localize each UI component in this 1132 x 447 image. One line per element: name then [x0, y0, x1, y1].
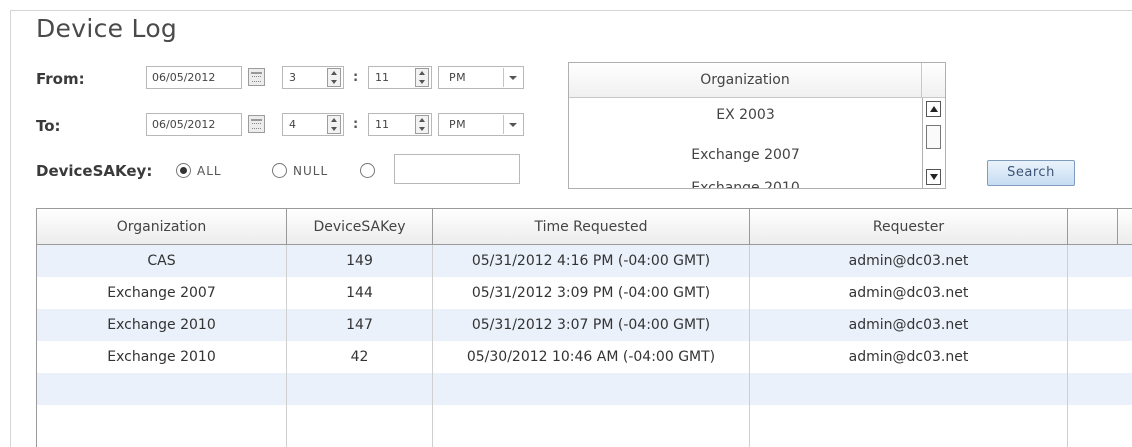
to-minute-spin-icon[interactable]	[415, 115, 429, 134]
from-minute-value: 11	[375, 71, 389, 84]
table-row[interactable]: Exchange 2007 144 05/31/2012 3:09 PM (-0…	[37, 277, 1132, 309]
cell-devicesakey: 144	[287, 277, 433, 309]
cell-time-requested: 05/30/2012 10:46 AM (-04:00 GMT)	[433, 341, 750, 373]
radio-null-label: NULL	[293, 164, 329, 178]
cell-requester: admin@dc03.net	[750, 309, 1068, 341]
chevron-down-icon[interactable]	[503, 115, 521, 134]
column-header-time-requested[interactable]: Time Requested	[433, 209, 750, 245]
cell-time-requested: 05/31/2012 3:07 PM (-04:00 GMT)	[433, 309, 750, 341]
cell-requester: admin@dc03.net	[750, 277, 1068, 309]
search-button[interactable]: Search	[987, 160, 1075, 186]
from-minute-spin-icon[interactable]	[415, 68, 429, 87]
cell-time-requested: 05/31/2012 3:09 PM (-04:00 GMT)	[433, 277, 750, 309]
organization-list-header-spacer	[922, 63, 945, 98]
to-ampm-value: PM	[449, 118, 467, 131]
scroll-up-icon[interactable]	[926, 101, 941, 117]
to-hour-stepper[interactable]: 4	[282, 113, 344, 136]
column-header-extra	[1068, 209, 1118, 245]
from-ampm-select[interactable]: PM	[438, 66, 524, 89]
cell-organization: Exchange 2010	[37, 309, 287, 341]
from-hour-value: 3	[289, 71, 296, 84]
to-label: To:	[36, 117, 61, 135]
to-ampm-select[interactable]: PM	[438, 113, 524, 136]
scroll-thumb[interactable]	[926, 125, 941, 149]
organization-list-item[interactable]: EX 2003	[569, 107, 922, 123]
cell-organization: Exchange 2007	[37, 277, 287, 309]
chevron-down-icon[interactable]	[503, 68, 521, 87]
organization-list-item[interactable]: Exchange 2010	[569, 180, 922, 188]
radio-custom[interactable]	[360, 163, 375, 178]
to-time-separator: :	[353, 117, 359, 132]
page-title: Device Log	[36, 14, 178, 43]
devicesakey-label: DeviceSAKey:	[36, 162, 153, 180]
to-hour-value: 4	[289, 118, 296, 131]
scroll-down-icon[interactable]	[926, 169, 941, 185]
cell-organization: Exchange 2010	[37, 341, 287, 373]
column-divider	[286, 245, 287, 447]
from-ampm-value: PM	[449, 71, 467, 84]
cell-requester: admin@dc03.net	[750, 341, 1068, 373]
from-label: From:	[36, 70, 85, 88]
to-minute-stepper[interactable]: 11	[368, 113, 432, 136]
cell-time-requested: 05/31/2012 4:16 PM (-04:00 GMT)	[433, 245, 750, 277]
from-hour-stepper[interactable]: 3	[282, 66, 344, 89]
to-calendar-icon[interactable]	[248, 115, 265, 133]
from-minute-stepper[interactable]: 11	[368, 66, 432, 89]
to-hour-spin-icon[interactable]	[327, 115, 341, 134]
radio-all[interactable]	[176, 163, 191, 178]
to-minute-value: 11	[375, 118, 389, 131]
table-row-empty	[37, 405, 1132, 437]
column-divider	[432, 245, 433, 447]
to-date-input[interactable]: 06/05/2012	[146, 113, 242, 136]
column-header-requester[interactable]: Requester	[750, 209, 1068, 245]
from-calendar-icon[interactable]	[248, 68, 265, 86]
from-hour-spin-icon[interactable]	[327, 68, 341, 87]
table-row-empty	[37, 373, 1132, 405]
cell-organization: CAS	[37, 245, 287, 277]
table-header: Organization DeviceSAKey Time Requested …	[37, 209, 1132, 245]
radio-all-label: ALL	[197, 164, 222, 178]
table-row[interactable]: Exchange 2010 42 05/30/2012 10:46 AM (-0…	[37, 341, 1132, 373]
column-divider	[1067, 245, 1068, 447]
from-time-separator: :	[353, 70, 359, 85]
devicesakey-input[interactable]	[394, 154, 520, 184]
from-date-input[interactable]: 06/05/2012	[146, 66, 242, 89]
radio-null[interactable]	[272, 163, 287, 178]
organization-listbox[interactable]: Organization EX 2003 Exchange 2007 Excha…	[568, 62, 946, 189]
results-table: Organization DeviceSAKey Time Requested …	[36, 208, 1132, 447]
table-row[interactable]: CAS 149 05/31/2012 4:16 PM (-04:00 GMT) …	[37, 245, 1132, 277]
organization-list-scrollbar[interactable]	[922, 98, 945, 188]
column-header-devicesakey[interactable]: DeviceSAKey	[287, 209, 433, 245]
column-divider	[749, 245, 750, 447]
organization-list-header[interactable]: Organization	[569, 63, 922, 98]
organization-list-item[interactable]: Exchange 2007	[569, 147, 922, 163]
cell-devicesakey: 149	[287, 245, 433, 277]
cell-devicesakey: 42	[287, 341, 433, 373]
table-row[interactable]: Exchange 2010 147 05/31/2012 3:07 PM (-0…	[37, 309, 1132, 341]
cell-requester: admin@dc03.net	[750, 245, 1068, 277]
cell-devicesakey: 147	[287, 309, 433, 341]
column-header-organization[interactable]: Organization	[37, 209, 287, 245]
